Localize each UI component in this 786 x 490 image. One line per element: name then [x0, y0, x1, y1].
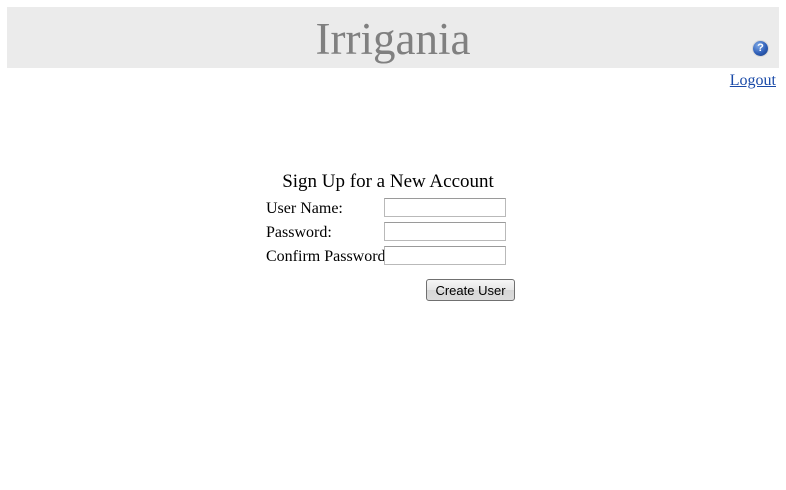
- user-name-input[interactable]: [384, 198, 506, 217]
- create-user-button[interactable]: Create User: [426, 279, 515, 301]
- confirm-password-label: Confirm Password:: [266, 248, 390, 265]
- help-icon[interactable]: ?: [753, 41, 768, 56]
- form-title: Sign Up for a New Account: [282, 171, 494, 192]
- confirm-password-input[interactable]: [384, 246, 506, 265]
- header-bar: Irrigania ?: [7, 7, 779, 68]
- logout-link[interactable]: Logout: [730, 72, 776, 90]
- user-name-label: User Name:: [266, 200, 343, 217]
- page: Irrigania ? Logout Sign Up for a New Acc…: [0, 0, 786, 490]
- site-title: Irrigania: [315, 14, 471, 64]
- password-input[interactable]: [384, 222, 506, 241]
- password-label: Password:: [266, 224, 332, 241]
